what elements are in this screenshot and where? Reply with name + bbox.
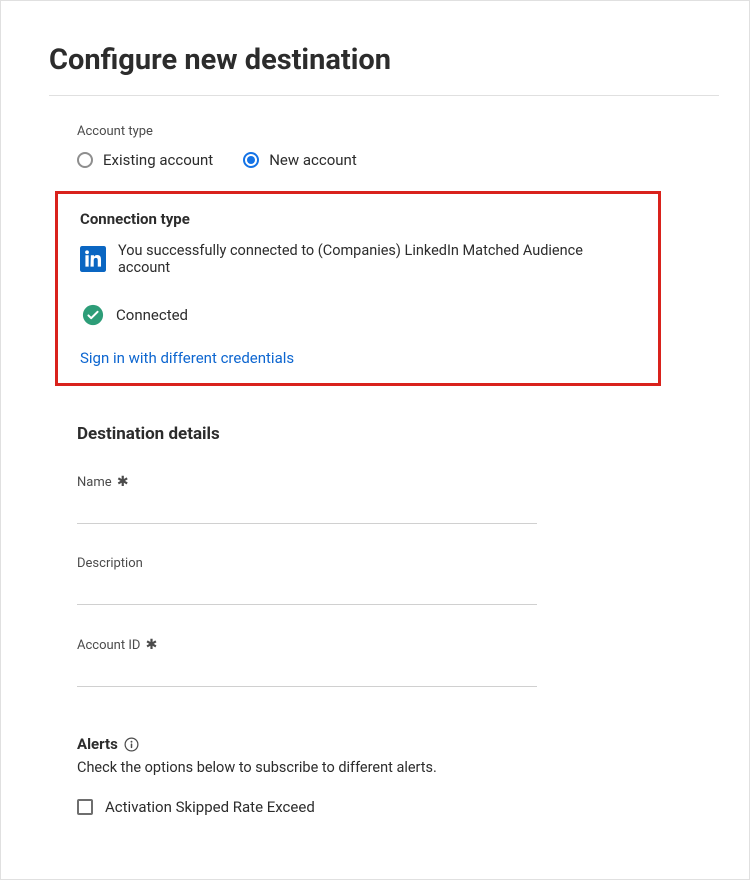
required-mark: ✱ [117, 474, 129, 490]
radio-icon [243, 152, 259, 168]
checkbox-label: Activation Skipped Rate Exceed [105, 798, 315, 816]
name-input[interactable] [77, 496, 537, 524]
checkbox-icon [77, 799, 93, 815]
radio-existing-account[interactable]: Existing account [77, 151, 213, 169]
connection-status-text: Connected [116, 306, 188, 324]
info-icon [124, 737, 139, 752]
connection-status-row: Connected [82, 304, 636, 326]
signin-different-credentials-link[interactable]: Sign in with different credentials [80, 349, 294, 367]
radio-icon [77, 152, 93, 168]
radio-label: Existing account [103, 151, 213, 169]
configure-destination-page: Configure new destination Account type E… [0, 0, 750, 880]
account-type-label: Account type [77, 124, 719, 139]
check-circle-icon [82, 304, 104, 326]
name-field: Name ✱ [77, 474, 599, 524]
description-input[interactable] [77, 577, 537, 605]
alerts-heading: Alerts [77, 735, 118, 753]
name-label: Name ✱ [77, 474, 599, 490]
connection-type-heading: Connection type [80, 210, 636, 228]
connection-success-text: You successfully connected to (Companies… [118, 242, 636, 276]
alerts-section: Alerts Check the options below to subscr… [77, 735, 719, 816]
account-id-input[interactable] [77, 659, 537, 687]
destination-details-heading: Destination details [77, 424, 599, 444]
linkedin-icon [80, 246, 106, 272]
radio-new-account[interactable]: New account [243, 151, 357, 169]
required-mark: ✱ [146, 637, 158, 653]
description-field: Description [77, 556, 599, 605]
account-id-field: Account ID ✱ [77, 637, 599, 687]
account-id-label: Account ID ✱ [77, 637, 599, 653]
connection-success-row: You successfully connected to (Companies… [80, 242, 636, 276]
page-title: Configure new destination [49, 43, 719, 77]
alerts-description: Check the options below to subscribe to … [77, 759, 719, 776]
account-type-radio-group: Existing account New account [77, 151, 719, 169]
destination-details-section: Destination details Name ✱ Description A… [77, 424, 599, 687]
description-label: Description [77, 556, 599, 571]
alerts-header: Alerts [77, 735, 719, 753]
connection-type-section: Connection type You successfully connect… [55, 191, 661, 386]
alert-activation-skipped-checkbox[interactable]: Activation Skipped Rate Exceed [77, 798, 719, 816]
radio-label: New account [269, 151, 357, 169]
divider [49, 95, 719, 96]
